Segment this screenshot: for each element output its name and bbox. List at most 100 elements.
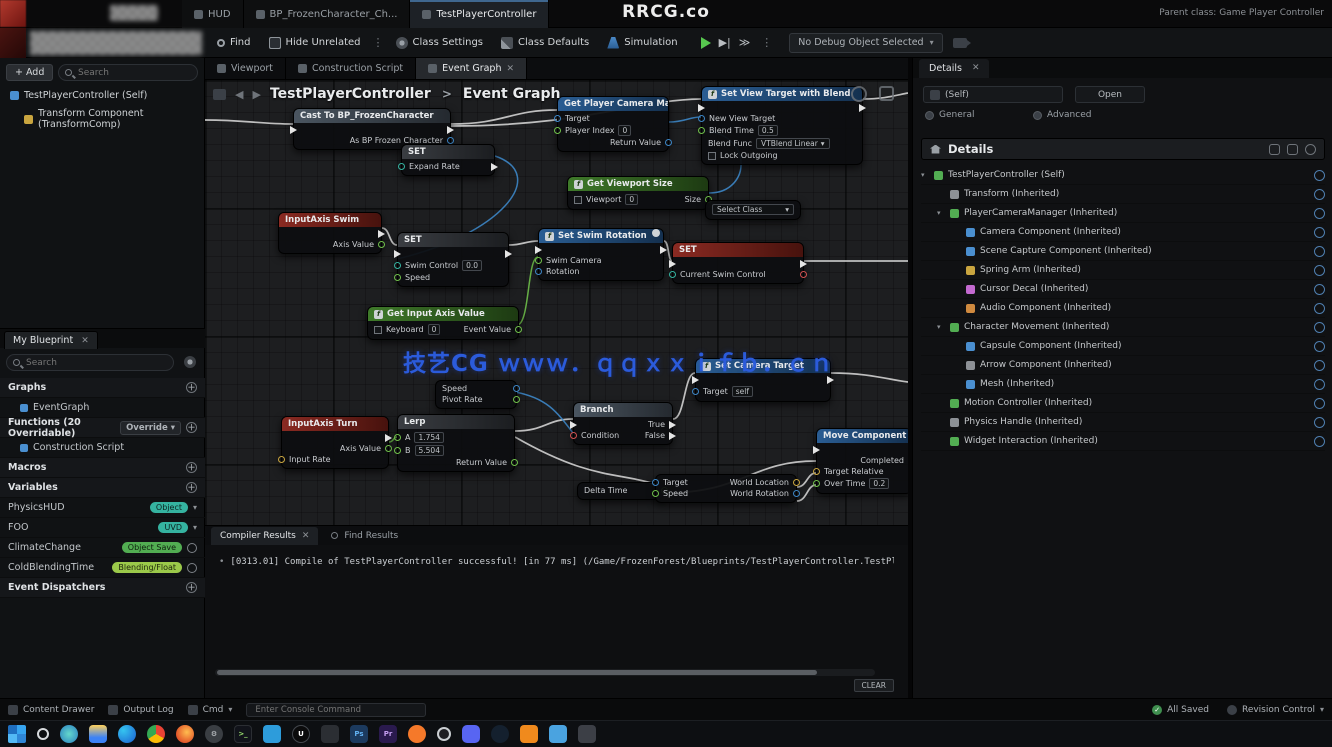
node-class-dropdown[interactable]: Select Class▾: [705, 200, 801, 220]
back-arrow-icon[interactable]: ◀: [235, 88, 243, 101]
node-row[interactable]: Speed: [398, 272, 508, 283]
content-drawer-button[interactable]: Content Drawer: [8, 705, 94, 715]
class-settings-button[interactable]: Class Settings: [387, 28, 493, 58]
breadcrumb-current[interactable]: Event Graph: [463, 86, 561, 102]
node-row[interactable]: Blend Time0.5: [702, 124, 862, 137]
filter-icon[interactable]: [1287, 144, 1298, 155]
tree-row[interactable]: Cursor Decal (Inherited): [921, 280, 1325, 299]
variable-item[interactable]: ClimateChangeObject Save: [0, 538, 205, 558]
eye-icon[interactable]: [187, 563, 197, 573]
float-pin[interactable]: [394, 274, 401, 281]
float-pin[interactable]: [385, 445, 392, 452]
visibility-toggle[interactable]: [1314, 246, 1325, 257]
node-row[interactable]: ConditionFalse: [574, 430, 672, 441]
condition-pin[interactable]: [570, 432, 577, 439]
node-row[interactable]: Target: [558, 113, 668, 124]
component-item-self[interactable]: TestPlayerController (Self): [10, 90, 147, 101]
caret-icon[interactable]: ▾: [937, 323, 945, 331]
visibility-toggle[interactable]: [1314, 398, 1325, 409]
node-row[interactable]: Completed: [817, 455, 908, 466]
tree-row[interactable]: ▾Character Movement (Inherited): [921, 318, 1325, 337]
start-button[interactable]: [8, 725, 26, 743]
value-pin[interactable]: [800, 271, 807, 278]
return-pin[interactable]: [511, 459, 518, 466]
int-pin[interactable]: [554, 127, 561, 134]
graph-snap-icon[interactable]: [879, 86, 894, 101]
eventgraph-item[interactable]: EventGraph: [0, 398, 205, 418]
tree-row[interactable]: Physics Handle (Inherited): [921, 413, 1325, 432]
false-exec-pin[interactable]: [669, 432, 676, 440]
macros-section-header[interactable]: Macros＋: [0, 458, 205, 478]
node-set-current-swim-control[interactable]: SET Current Swim Control: [672, 242, 804, 284]
node-row[interactable]: Return Value: [398, 457, 514, 468]
float-pin[interactable]: [278, 456, 285, 463]
construction-script-item[interactable]: Construction Script: [0, 438, 205, 458]
settings-icon[interactable]: ⚙: [205, 725, 223, 743]
exec-out-pin[interactable]: [800, 260, 807, 268]
breadcrumb-root[interactable]: TestPlayerController: [270, 86, 431, 102]
firefox-browser-icon[interactable]: [176, 725, 194, 743]
exec-out-pin[interactable]: [378, 230, 385, 238]
add-macro-button[interactable]: ＋: [186, 462, 197, 473]
node-row[interactable]: Lock Outgoing: [702, 150, 862, 161]
node-row[interactable]: [398, 249, 508, 259]
float-pin[interactable]: [698, 127, 705, 134]
node-set-expand-rate[interactable]: SET Expand Rate: [401, 144, 495, 176]
graph-state-icon[interactable]: [851, 86, 867, 102]
copilot-icon[interactable]: [60, 725, 78, 743]
vlc-icon[interactable]: [520, 725, 538, 743]
node-row[interactable]: Blend FuncVTBlend Linear▾: [702, 137, 862, 150]
output-log-button[interactable]: Output Log: [108, 705, 173, 715]
edge-browser-icon[interactable]: [118, 725, 136, 743]
tree-row[interactable]: Transform (Inherited): [921, 185, 1325, 204]
event-dispatchers-header[interactable]: Event Dispatchers＋: [0, 578, 205, 598]
node-row[interactable]: Current Swim Control: [673, 269, 803, 280]
float-pin[interactable]: [513, 396, 520, 403]
node-get-player-camera-manager[interactable]: Get Player Camera Manager Target Player …: [557, 96, 669, 152]
tab-viewport[interactable]: Viewport: [205, 58, 286, 79]
chrome-browser-icon[interactable]: [147, 725, 165, 743]
float-pin[interactable]: [515, 326, 522, 333]
more-options-icon[interactable]: ⋮: [370, 36, 387, 49]
float-pin[interactable]: [535, 257, 542, 264]
node-row[interactable]: Axis Value: [279, 239, 381, 250]
rotator-pin[interactable]: [793, 490, 800, 497]
node-speed-pivot[interactable]: Speed Pivot Rate: [435, 380, 517, 409]
add-variable-button[interactable]: ＋: [186, 482, 197, 493]
notepad-icon[interactable]: [549, 725, 567, 743]
tree-row[interactable]: Scene Capture Component (Inherited): [921, 242, 1325, 261]
exec-in-pin[interactable]: [669, 260, 676, 268]
tree-row[interactable]: Capsule Component (Inherited): [921, 337, 1325, 356]
class-defaults-button[interactable]: Class Defaults: [492, 28, 598, 58]
components-search-input[interactable]: [76, 67, 191, 79]
vscode-icon[interactable]: [263, 725, 281, 743]
tree-row[interactable]: ▾PlayerCameraManager (Inherited): [921, 204, 1325, 223]
add-dispatcher-button[interactable]: ＋: [186, 582, 197, 593]
exec-out-pin[interactable]: [660, 246, 667, 254]
cmd-dropdown[interactable]: Cmd▾: [188, 705, 233, 715]
override-dropdown[interactable]: Override ▾: [120, 421, 181, 435]
visibility-toggle[interactable]: [1314, 379, 1325, 390]
tree-row[interactable]: ▾TestPlayerController (Self): [921, 166, 1325, 185]
float-pin[interactable]: [394, 447, 401, 454]
blender-icon[interactable]: [408, 725, 426, 743]
components-search[interactable]: [58, 64, 198, 81]
vector-pin[interactable]: [813, 468, 820, 475]
graph-menu-icon[interactable]: [213, 89, 226, 100]
compiler-log-area[interactable]: •[0313.01] Compile of TestPlayerControll…: [205, 545, 908, 698]
find-button[interactable]: Find: [208, 28, 260, 58]
console-command-field[interactable]: [246, 703, 426, 717]
play-options-icon[interactable]: ⋮: [758, 36, 775, 49]
visibility-toggle[interactable]: [1314, 436, 1325, 447]
tab-compiler-results[interactable]: Compiler Results✕: [211, 527, 318, 545]
add-graph-button[interactable]: ＋: [186, 382, 197, 393]
node-row[interactable]: Speed: [436, 383, 516, 394]
filter-general[interactable]: General: [925, 110, 974, 120]
debug-object-dropdown[interactable]: No Debug Object Selected▾: [789, 33, 942, 53]
event-graph-canvas[interactable]: ◀ ▶ TestPlayerController > Event Graph C…: [205, 80, 908, 525]
node-inputaxis-turn[interactable]: InputAxis Turn Axis Value Input Rate: [281, 416, 389, 469]
visibility-toggle[interactable]: [1314, 322, 1325, 333]
exec-in-pin[interactable]: [698, 104, 705, 112]
node-row[interactable]: Input Rate: [282, 454, 388, 465]
variables-section-header[interactable]: Variables＋: [0, 478, 205, 498]
